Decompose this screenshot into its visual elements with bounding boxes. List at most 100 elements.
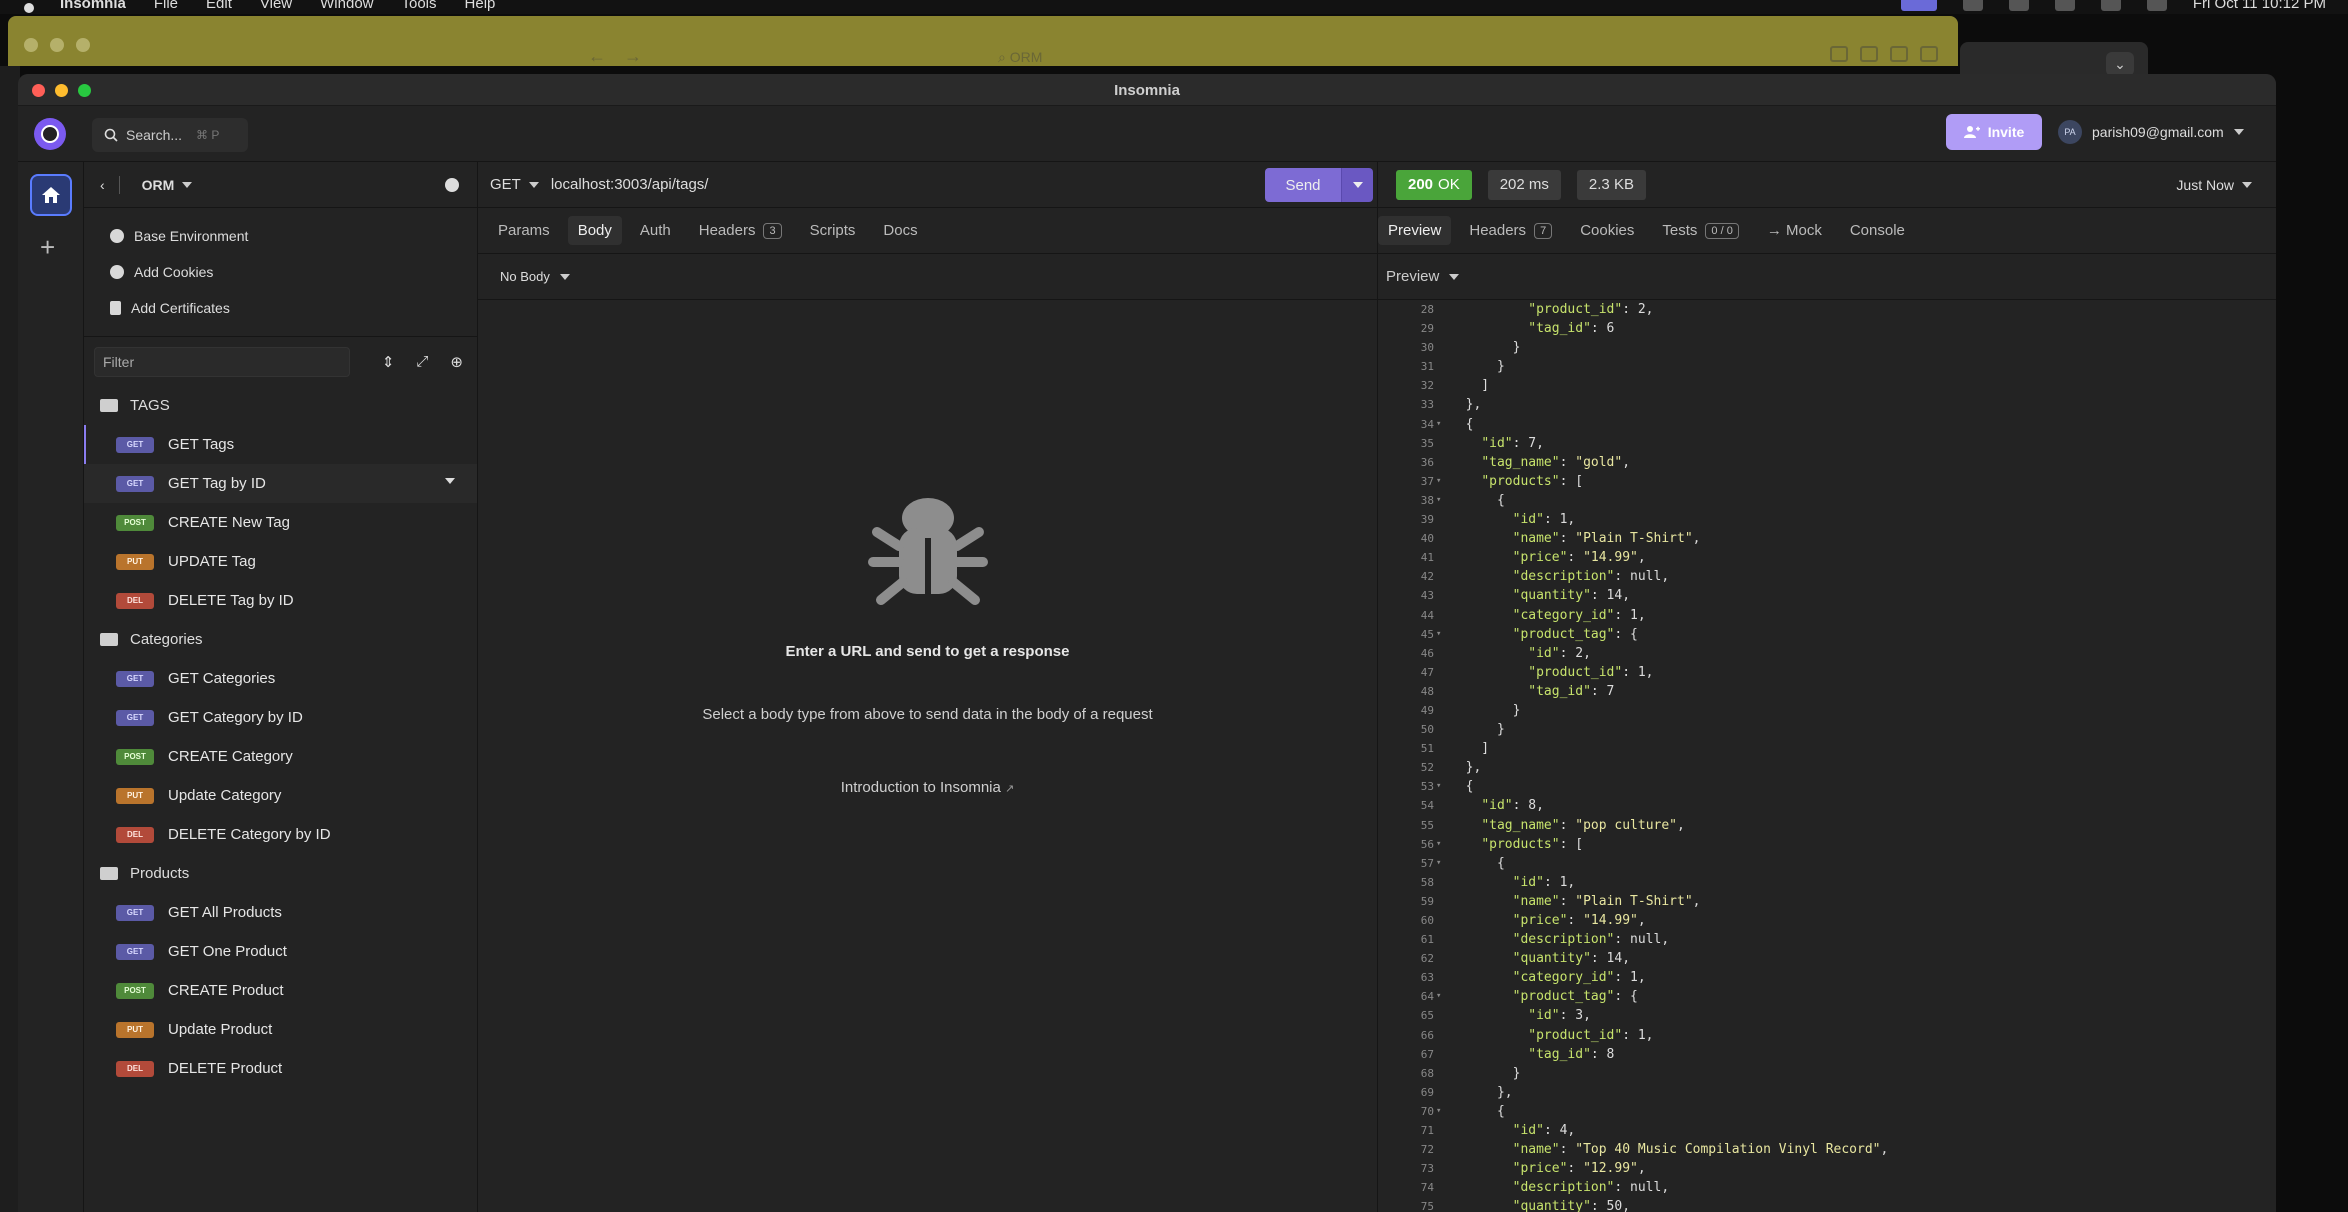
url-input[interactable]: localhost:3003/api/tags/	[551, 176, 709, 193]
line-text: "tag_name": "gold",	[1481, 454, 1631, 470]
request-get-categories[interactable]: GET GET Categories	[84, 659, 477, 698]
request-delete-product[interactable]: DEL DELETE Product	[84, 1049, 477, 1088]
expand-icon[interactable]: ⤢	[416, 353, 428, 371]
menubar-item-window[interactable]: Window	[320, 0, 373, 11]
tab-tests[interactable]: Tests 0 / 0	[1652, 216, 1748, 245]
add-request-icon[interactable]: ⊕	[450, 353, 463, 371]
tab-docs[interactable]: Docs	[873, 216, 927, 245]
request-label: GET One Product	[168, 943, 287, 960]
request-get-all-products[interactable]: GET GET All Products	[84, 893, 477, 932]
line-text: "product_tag": {	[1512, 626, 1638, 642]
folder-categories[interactable]: Categories	[84, 620, 477, 659]
request-tree: TAGS GET GET Tags GET GET Tag by ID POST…	[84, 386, 477, 1088]
fold-toggle-icon[interactable]: ▾	[1434, 835, 1450, 854]
request-delete-tag-by-id[interactable]: DEL DELETE Tag by ID	[84, 581, 477, 620]
method-badge: GET	[116, 670, 154, 687]
home-button[interactable]	[30, 174, 72, 216]
line-text: "products": [	[1481, 836, 1584, 852]
menubar-app-name[interactable]: Insomnia	[60, 0, 126, 11]
line-text: "category_id": 1,	[1512, 607, 1646, 623]
method-selector[interactable]: GET	[490, 176, 539, 193]
send-button[interactable]: Send	[1265, 168, 1341, 202]
fold-toggle-icon[interactable]: ▾	[1434, 1102, 1450, 1121]
request-update-tag[interactable]: PUT UPDATE Tag	[84, 542, 477, 581]
method-badge: GET	[116, 904, 154, 921]
request-update-category[interactable]: PUT Update Category	[84, 776, 477, 815]
tab-cookies[interactable]: Cookies	[1570, 216, 1644, 245]
add-icon[interactable]: +	[40, 232, 55, 263]
request-create-new-tag[interactable]: POST CREATE New Tag	[84, 503, 477, 542]
add-cookies-item[interactable]: Add Cookies	[84, 254, 477, 290]
menubar-clock[interactable]: Fri Oct 11 10:12 PM	[2193, 0, 2326, 12]
code-line: 57 ▾ {	[1378, 854, 2276, 873]
folder-tags[interactable]: TAGS	[84, 386, 477, 425]
spotlight-icon[interactable]	[2146, 0, 2167, 11]
request-get-tag-by-id[interactable]: GET GET Tag by ID	[84, 464, 477, 503]
tab-auth[interactable]: Auth	[630, 216, 681, 245]
preview-mode-selector[interactable]: Preview	[1378, 254, 2276, 300]
sort-icon[interactable]: ⇕	[382, 353, 395, 371]
body-type-selector[interactable]: No Body	[478, 254, 1377, 300]
add-certificates-item[interactable]: Add Certificates	[84, 290, 477, 326]
user-icon[interactable]	[2008, 0, 2029, 11]
search-button[interactable]: Search... ⌘ P	[92, 118, 248, 152]
apple-icon[interactable]	[22, 0, 38, 14]
tab-response-headers[interactable]: Headers 7	[1459, 216, 1562, 245]
request-update-product[interactable]: PUT Update Product	[84, 1010, 477, 1049]
send-button-group: Send	[1265, 168, 1373, 202]
filter-input[interactable]: Filter	[94, 346, 350, 377]
tab-params[interactable]: Params	[488, 216, 560, 245]
request-menu-icon[interactable]	[445, 478, 455, 484]
menubar-item-file[interactable]: File	[154, 0, 178, 11]
base-environment-item[interactable]: Base Environment	[84, 218, 477, 254]
fold-toggle-icon[interactable]: ▾	[1434, 491, 1450, 510]
sync-icon[interactable]	[445, 178, 459, 192]
line-text: "tag_id": 8	[1528, 1046, 1615, 1062]
menubar-item-view[interactable]: View	[260, 0, 292, 11]
folder-products[interactable]: Products	[84, 854, 477, 893]
line-text: "quantity": 14,	[1512, 588, 1631, 604]
fold-toggle-icon[interactable]: ▾	[1434, 472, 1450, 491]
request-delete-category-by-id[interactable]: DEL DELETE Category by ID	[84, 815, 477, 854]
fold-gutter	[1434, 395, 1450, 414]
send-options-button[interactable]	[1341, 168, 1373, 202]
request-get-tags[interactable]: GET GET Tags	[84, 425, 477, 464]
menubar-item-edit[interactable]: Edit	[206, 0, 232, 11]
left-rail: +	[18, 162, 84, 1212]
tab-body[interactable]: Body	[567, 216, 622, 245]
battery-icon[interactable]	[2054, 0, 2075, 11]
fold-toggle-icon[interactable]: ▾	[1434, 625, 1450, 644]
line-number: 53	[1420, 780, 1434, 794]
tab-scripts[interactable]: Scripts	[800, 216, 866, 245]
invite-label: Invite	[1987, 124, 2025, 140]
tab-headers[interactable]: Headers 3	[689, 216, 792, 245]
fold-toggle-icon[interactable]: ▾	[1434, 777, 1450, 796]
tab-console[interactable]: Console	[1840, 216, 1915, 245]
request-create-category[interactable]: POST CREATE Category	[84, 737, 477, 776]
tab-mock[interactable]: → Mock	[1757, 216, 1832, 245]
intro-link[interactable]: Introduction to Insomnia ↗	[478, 779, 1377, 796]
account-menu[interactable]: PA parish09@gmail.com	[2058, 120, 2244, 144]
fold-toggle-icon[interactable]: ▾	[1434, 987, 1450, 1006]
project-name[interactable]: ORM	[142, 177, 175, 193]
response-body-viewer[interactable]: 28 "product_id": 2, 29 "tag_id": 6 30 } 31 …	[1378, 300, 2276, 1212]
chevron-down-icon[interactable]	[182, 181, 193, 188]
filter-row: Filter ⇕ ⤢ ⊕	[84, 336, 477, 386]
zoom-icon[interactable]	[1962, 0, 1983, 11]
invite-button[interactable]: Invite	[1946, 114, 2042, 150]
request-get-one-product[interactable]: GET GET One Product	[84, 932, 477, 971]
fold-toggle-icon[interactable]: ▾	[1434, 415, 1450, 434]
fold-toggle-icon[interactable]: ▾	[1434, 854, 1450, 873]
wifi-icon[interactable]	[2100, 0, 2121, 11]
screen-share-icon[interactable]	[1900, 0, 1937, 11]
menubar-item-help[interactable]: Help	[465, 0, 496, 11]
code-line: 45 ▾ "product_tag": {	[1378, 625, 2276, 644]
tab-preview[interactable]: Preview	[1378, 216, 1452, 245]
request-create-product[interactable]: POST CREATE Product	[84, 971, 477, 1010]
back-chevron-icon[interactable]: ‹	[100, 177, 105, 193]
line-text: ]	[1450, 378, 1490, 394]
menubar-item-tools[interactable]: Tools	[402, 0, 437, 11]
insomnia-logo[interactable]	[34, 118, 66, 150]
request-get-category-by-id[interactable]: GET GET Category by ID	[84, 698, 477, 737]
response-history-menu[interactable]: Just Now	[2176, 177, 2252, 193]
